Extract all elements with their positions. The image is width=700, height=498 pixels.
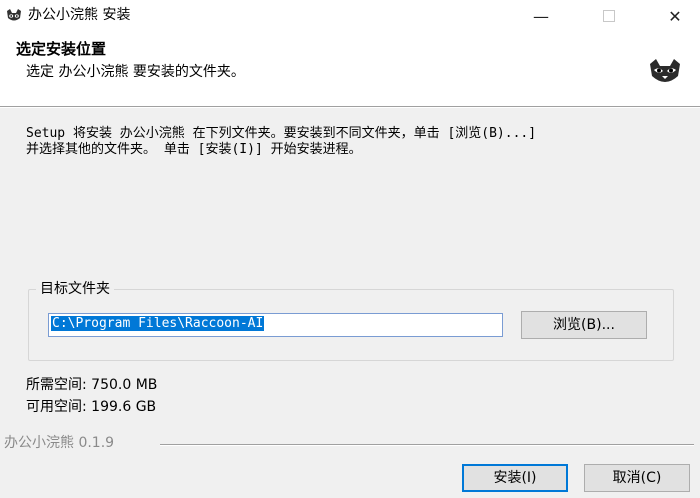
minimize-button[interactable]: — [518, 0, 564, 32]
window-title: 办公小浣熊 安装 [28, 7, 131, 23]
cancel-button[interactable]: 取消(C) [584, 464, 690, 492]
page-header: 选定安装位置 选定 办公小浣熊 要安装的文件夹。 [0, 32, 700, 106]
maximize-icon [603, 10, 615, 22]
install-button[interactable]: 安装(I) [462, 464, 568, 492]
raccoon-logo-icon [650, 59, 680, 82]
raccoon-icon [7, 9, 21, 21]
brand-version: 办公小浣熊 0.1.9 [4, 434, 119, 452]
footer-divider [160, 444, 694, 446]
space-available: 可用空间: 199.6 GB [26, 399, 157, 415]
close-button[interactable]: ✕ [652, 0, 698, 32]
content-panel: Setup 将安装 办公小浣熊 在下列文件夹。要安装到不同文件夹，单击 [浏览(… [0, 108, 700, 498]
title-bar: 办公小浣熊 安装 — ✕ [0, 0, 700, 32]
minimize-icon: — [533, 6, 549, 26]
install-dir-input[interactable]: C:\Program Files\Raccoon-AI [48, 313, 503, 337]
close-icon: ✕ [668, 6, 682, 26]
install-dir-value: C:\Program Files\Raccoon-AI [51, 316, 265, 331]
maximize-button [586, 0, 632, 32]
destination-folder-label: 目标文件夹 [36, 280, 114, 298]
intro-text: Setup 将安装 办公小浣熊 在下列文件夹。要安装到不同文件夹，单击 [浏览(… [26, 126, 537, 157]
browse-button[interactable]: 浏览(B)... [521, 311, 647, 339]
page-subtitle: 选定 办公小浣熊 要安装的文件夹。 [26, 64, 245, 80]
space-required: 所需空间: 750.0 MB [26, 377, 158, 393]
page-title: 选定安装位置 [16, 40, 107, 58]
